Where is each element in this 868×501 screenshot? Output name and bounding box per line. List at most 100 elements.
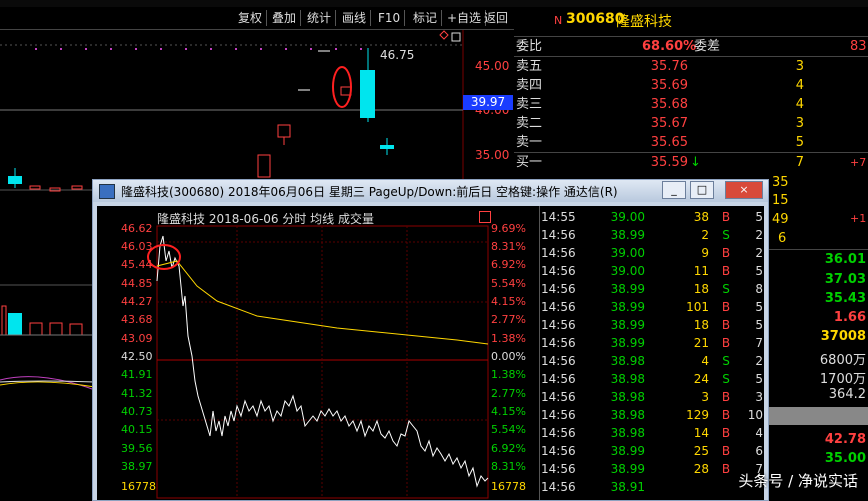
tick-row: 14:56 39.00 11 B 5 — [541, 262, 766, 280]
stat-value: 1.66 — [833, 310, 866, 325]
tick-price: 38.98 — [610, 426, 645, 440]
tick-vol: 21 — [693, 336, 709, 350]
tick-n: 8 — [755, 282, 763, 296]
tick-time: 14:56 — [541, 390, 576, 404]
tick-price: 38.98 — [610, 372, 645, 386]
tick-price: 38.91 — [610, 480, 645, 494]
tick-row: 14:56 39.00 9 B 2 — [541, 244, 766, 262]
tick-vol: 129 — [686, 408, 709, 422]
toolbar-mark-button[interactable]: 标记 — [409, 10, 443, 26]
tick-n: 4 — [755, 426, 763, 440]
tick-time: 14:56 — [541, 336, 576, 350]
ask-row: 卖三 35.68 4 — [516, 97, 804, 112]
minimize-button[interactable]: _ — [662, 181, 686, 199]
watermark: 头条号 / 净说实话 — [738, 472, 858, 490]
tick-time: 14:56 — [541, 462, 576, 476]
tick-time: 14:56 — [541, 480, 576, 494]
tick-time: 14:56 — [541, 228, 576, 242]
tick-vol: 9 — [701, 246, 709, 260]
tick-bs: S — [722, 354, 730, 368]
popup-title: 隆盛科技(300680) 2018年06月06日 星期三 PageUp/Down… — [121, 185, 618, 199]
tick-bs: B — [721, 318, 731, 332]
toolbar-fuquan-button[interactable]: 复权 — [234, 10, 268, 26]
right-plus: +1 — [850, 212, 867, 225]
tick-bs: B — [721, 264, 731, 278]
tick-vol: 11 — [693, 264, 709, 278]
tick-row: 14:55 39.00 38 B 5 — [541, 208, 766, 226]
weicha-label: 委差 — [694, 39, 721, 54]
tick-time: 14:56 — [541, 282, 576, 296]
tick-bs: S — [722, 372, 730, 386]
stat-value: 6800万 — [819, 353, 866, 368]
tick-vol: 18 — [693, 318, 709, 332]
tick-time: 14:56 — [541, 318, 576, 332]
tick-n: 5 — [755, 300, 763, 314]
tick-vol: 2 — [701, 228, 709, 242]
stat-value: 35.43 — [824, 291, 866, 306]
price-label-45: 45.00 — [475, 59, 510, 73]
maximize-button[interactable]: □ — [690, 181, 714, 199]
toolbar-stats-button[interactable]: 统计 — [303, 10, 337, 26]
tick-price: 38.98 — [610, 390, 645, 404]
tick-row: 14:56 38.99 2 S 2 — [541, 226, 766, 244]
stat-value: 1700万 — [819, 372, 866, 387]
quote-header: N 300680 隆盛科技 — [514, 11, 868, 31]
popup-title-bar[interactable]: 隆盛科技(300680) 2018年06月06日 星期三 PageUp/Down… — [93, 180, 768, 202]
weicha-value: 83 — [850, 39, 867, 54]
tick-bs: B — [721, 426, 731, 440]
tick-time: 14:56 — [541, 426, 576, 440]
tick-n: 5 — [755, 264, 763, 278]
toolbar-draw-button[interactable]: 画线 — [338, 10, 372, 26]
stat-value: 42.78 — [824, 432, 866, 447]
tick-n: 2 — [755, 246, 763, 260]
tick-row: 14:56 38.98 3 B 3 — [541, 388, 766, 406]
tick-price: 38.99 — [610, 318, 645, 332]
toolbar-f10-button[interactable]: F10 — [374, 10, 406, 26]
tick-n: 6 — [755, 444, 763, 458]
stat-value: 35.00 — [824, 451, 866, 466]
tick-n: 5 — [755, 210, 763, 224]
tick-vol: 14 — [693, 426, 709, 440]
toolbar-overlay-button[interactable]: 叠加 — [268, 10, 302, 26]
toolbar-back-button[interactable]: 返回 — [480, 10, 512, 26]
tick-vol: 4 — [701, 354, 709, 368]
price-label-35: 35.00 — [475, 148, 510, 162]
close-button[interactable]: × — [725, 181, 763, 199]
bid-row: 买一 35.59 ↓ 7 +7 — [516, 155, 867, 170]
tick-price: 38.98 — [610, 408, 645, 422]
tick-bs: B — [721, 210, 731, 224]
tick-price: 38.99 — [610, 462, 645, 476]
tick-bs: B — [721, 408, 731, 422]
tick-bs: S — [722, 282, 730, 296]
weibi-label: 委比 — [516, 39, 543, 54]
tick-time: 14:56 — [541, 372, 576, 386]
tick-time: 14:56 — [541, 408, 576, 422]
tick-row: 14:56 38.99 101 B 5 — [541, 298, 766, 316]
ask-row: 卖五 35.76 3 — [516, 59, 804, 74]
tick-vol: 24 — [693, 372, 709, 386]
tick-n: 5 — [755, 318, 763, 332]
tick-n: 2 — [755, 228, 763, 242]
tick-time: 14:56 — [541, 444, 576, 458]
right-vol: 35 — [772, 175, 789, 190]
tick-price: 38.99 — [610, 282, 645, 296]
stat-value: 364.2 — [828, 387, 866, 402]
tick-n: 2 — [755, 354, 763, 368]
tick-time: 14:56 — [541, 246, 576, 260]
right-vol: 15 — [772, 193, 789, 208]
tick-bs: B — [721, 444, 731, 458]
intraday-chart[interactable] — [97, 206, 541, 500]
intraday-popup-window[interactable]: 隆盛科技(300680) 2018年06月06日 星期三 PageUp/Down… — [92, 179, 769, 501]
stat-value: 37.03 — [824, 272, 866, 287]
tick-vol: 18 — [693, 282, 709, 296]
tick-time: 14:56 — [541, 264, 576, 278]
high-price-label: 46.75 — [380, 48, 415, 62]
chart-toolbar: 复权 叠加 统计 画线 F10 标记 +自选 返回 — [0, 7, 514, 30]
tick-time: 14:56 — [541, 354, 576, 368]
tick-row: 14:56 38.99 18 B 5 — [541, 316, 766, 334]
tick-price: 39.00 — [610, 210, 645, 224]
tick-bs: B — [721, 390, 731, 404]
stat-value: 36.01 — [824, 252, 866, 267]
right-vol: 6 — [778, 231, 787, 246]
tick-price: 38.99 — [610, 444, 645, 458]
